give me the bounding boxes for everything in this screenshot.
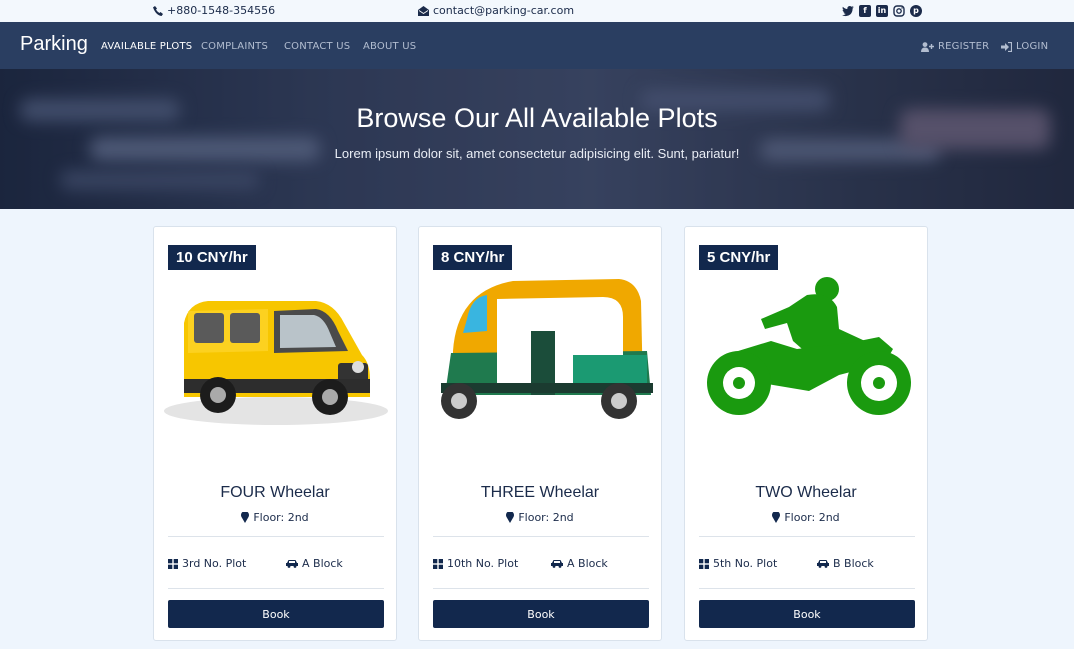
book-button[interactable]: Book [699, 600, 915, 628]
linkedin-icon[interactable]: in [876, 5, 888, 17]
divider [699, 536, 915, 537]
book-button[interactable]: Book [433, 600, 649, 628]
block-info: B Block [817, 557, 874, 570]
plot-number: 5th No. Plot [699, 557, 777, 570]
register-link[interactable]: REGISTER [921, 41, 989, 52]
plot-label: 10th No. Plot [447, 557, 519, 570]
price-badge: 5 CNY/hr [699, 245, 779, 270]
plot-number: 10th No. Plot [433, 557, 518, 570]
card-title: THREE Wheelar [480, 484, 600, 501]
nav-available-plots[interactable]: AVAILABLE PLOTS [101, 41, 192, 52]
card-title: TWO Wheelar [755, 484, 857, 501]
block-label: A Block [567, 557, 608, 570]
hero-banner: Browse Our All Available Plots Lorem ips… [0, 69, 1074, 209]
divider [168, 588, 384, 589]
block-info: A Block [286, 557, 343, 570]
car-icon [286, 560, 298, 568]
motorbike-image [707, 277, 911, 415]
sign-in-icon [1001, 41, 1012, 52]
plot-card: 10 CNY/hr FOUR Wheelar Floor: 2nd 3rd No… [153, 226, 397, 641]
grid-icon [699, 558, 709, 569]
nav-complaints[interactable]: COMPLAINTS [201, 41, 268, 52]
grid-icon [433, 558, 443, 569]
book-button[interactable]: Book [168, 600, 384, 628]
floor-label: Floor: 2nd [784, 511, 840, 524]
car-icon [551, 560, 563, 568]
hero-title: Browse Our All Available Plots [356, 103, 718, 133]
nav-contact-us[interactable]: CONTACT US [284, 41, 350, 52]
instagram-icon[interactable] [893, 5, 905, 17]
plot-label: 3rd No. Plot [182, 557, 247, 570]
plot-card: 5 CNY/hr TWO Wheelar Floor: 2nd 5th No. … [684, 226, 928, 641]
email-address: contact@parking-car.com [433, 4, 575, 17]
map-marker-icon [772, 512, 781, 523]
price-badge: 8 CNY/hr [433, 245, 513, 270]
floor-info: Floor: 2nd [154, 511, 396, 524]
map-marker-icon [241, 512, 250, 523]
phone-number: +880-1548-354556 [167, 4, 276, 17]
plot-card: 8 CNY/hr THREE Wheelar Floor: 2nd 10th N… [418, 226, 662, 641]
divider [433, 536, 649, 537]
plot-number: 3rd No. Plot [168, 557, 246, 570]
phone-icon [153, 5, 163, 16]
phone-contact[interactable]: +880-1548-354556 [153, 4, 275, 17]
block-label: A Block [302, 557, 343, 570]
login-link[interactable]: LOGIN [1001, 41, 1048, 52]
map-marker-icon [506, 512, 515, 523]
block-info: A Block [551, 557, 608, 570]
hero-subtitle: Lorem ipsum dolor sit, amet consectetur … [334, 146, 740, 161]
register-label: REGISTER [938, 41, 990, 52]
price-badge: 10 CNY/hr [168, 245, 256, 270]
divider [168, 536, 384, 537]
block-label: B Block [833, 557, 874, 570]
pinterest-icon[interactable]: p [910, 5, 922, 17]
card-title: FOUR Wheelar [220, 484, 330, 501]
grid-icon [168, 558, 178, 569]
top-contact-bar: +880-1548-354556 contact@parking-car.com… [0, 0, 1074, 22]
facebook-icon[interactable]: f [859, 5, 871, 17]
floor-label: Floor: 2nd [253, 511, 309, 524]
social-links: f in p [842, 5, 922, 17]
main-navbar: Parking AVAILABLE PLOTS COMPLAINTS CONTA… [0, 22, 1074, 69]
twitter-icon[interactable] [842, 5, 854, 17]
user-plus-icon [921, 41, 934, 52]
login-label: LOGIN [1016, 41, 1049, 52]
floor-info: Floor: 2nd [685, 511, 927, 524]
nav-about-us[interactable]: ABOUT US [363, 41, 416, 52]
divider [433, 588, 649, 589]
brand-logo[interactable]: Parking [20, 33, 88, 56]
divider [699, 588, 915, 589]
hero-overlay [0, 69, 1074, 209]
plot-label: 5th No. Plot [713, 557, 778, 570]
envelope-icon [418, 5, 429, 16]
email-contact[interactable]: contact@parking-car.com [418, 4, 574, 17]
van-image [164, 301, 388, 425]
auto-rickshaw-image [441, 279, 653, 419]
car-icon [817, 560, 829, 568]
floor-info: Floor: 2nd [419, 511, 661, 524]
floor-label: Floor: 2nd [518, 511, 574, 524]
